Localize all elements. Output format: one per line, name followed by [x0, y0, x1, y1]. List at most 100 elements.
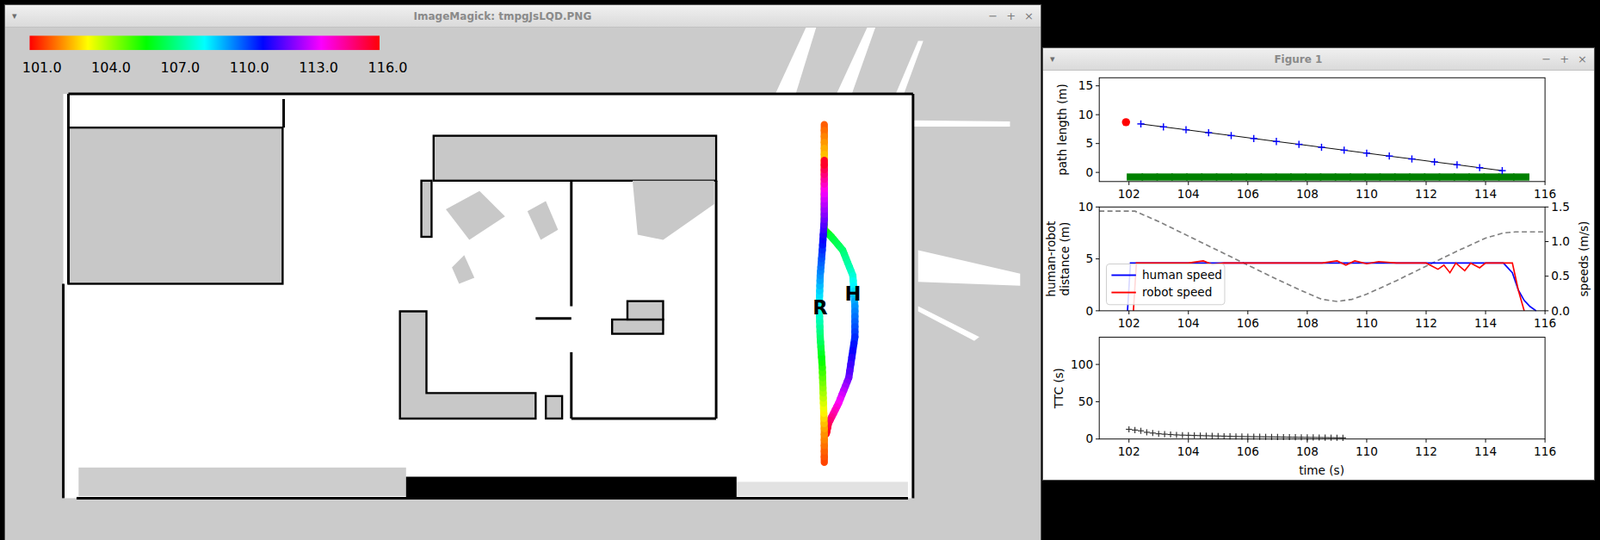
window-control-button[interactable]: +: [1559, 52, 1570, 66]
coverage-marker: [1423, 172, 1440, 180]
window-control-button[interactable]: −: [1541, 52, 1551, 66]
coverage-marker: [1126, 172, 1143, 180]
path-length-marker: [1363, 149, 1371, 157]
x-tick: [1544, 310, 1546, 315]
human-path: [824, 124, 856, 434]
ttc-marker: [1191, 432, 1198, 439]
coverage-marker: [1349, 172, 1366, 180]
ttc-marker: [1179, 432, 1186, 439]
x-tick: [1425, 438, 1427, 443]
x-tick-label: 110: [1355, 186, 1378, 201]
x-tick-label: 110: [1355, 315, 1378, 330]
ttc-marker: [1137, 427, 1144, 434]
ttc-marker: [1315, 433, 1323, 440]
laser-ray: [918, 306, 980, 341]
x-tick-label: 108: [1296, 444, 1319, 458]
y-tick: [1095, 401, 1100, 402]
coverage-marker: [1334, 172, 1352, 180]
coverage-marker: [1156, 172, 1174, 180]
y-tick-label: 5: [1085, 251, 1094, 266]
path-length-marker: [1431, 158, 1439, 166]
wall: [61, 284, 65, 499]
ttc-marker: [1215, 432, 1222, 439]
window-title: ImageMagick: tmpgJsLQD.PNG: [24, 10, 983, 23]
unknown-strip: [736, 481, 909, 496]
y-tick-label: 5: [1085, 135, 1094, 150]
window-control-button[interactable]: −: [988, 9, 998, 23]
unknown-area: [5, 27, 1041, 540]
y-tick: [1095, 364, 1100, 365]
ttc-marker: [1209, 432, 1216, 439]
laser-ray: [913, 120, 1011, 127]
y2-tick-label: 1.5: [1550, 199, 1570, 214]
ttc-marker: [1334, 434, 1341, 441]
y-tick: [1095, 85, 1100, 87]
obstacle: [627, 301, 663, 320]
y-tick-label: 15: [1078, 78, 1094, 93]
title-bar[interactable]: ▾ Figure 1 −+ ×: [1043, 48, 1594, 71]
x-axis-label: time (s): [1298, 463, 1345, 477]
map-image: 101.0104.0107.0110.0113.0116.0HR: [5, 27, 1041, 540]
ttc-marker: [1167, 431, 1174, 438]
figure-window[interactable]: ▾ Figure 1 −+× 051015path length (m)0510…: [1043, 48, 1594, 480]
x-tick: [1187, 438, 1189, 443]
legend-label: human speed: [1142, 267, 1223, 282]
legend-swatch: [1111, 274, 1136, 277]
x-tick-label: 112: [1414, 186, 1438, 201]
speed-axes: [1099, 206, 1545, 311]
path-length-marker: [1182, 126, 1190, 134]
x-tick: [1128, 438, 1130, 443]
x-tick: [1425, 181, 1427, 186]
window-controls: −+ ×: [1541, 52, 1588, 66]
colorbar-tick: 104.0: [91, 59, 131, 76]
x-tick: [1247, 310, 1248, 315]
image-window[interactable]: ▾ ImageMagick: tmpgJsLQD.PNG −+ × 101.010…: [5, 5, 1041, 540]
x-tick: [1187, 310, 1189, 315]
y-tick-label: 100: [1070, 357, 1094, 371]
x-tick: [1247, 181, 1248, 186]
ttc-marker: [1173, 431, 1180, 438]
x-tick-label: 102: [1118, 444, 1141, 458]
x-tick: [1365, 438, 1367, 443]
window-control-button[interactable]: +: [1006, 9, 1016, 23]
window-control-button[interactable]: ×: [1577, 52, 1588, 66]
coverage-marker: [1260, 172, 1278, 180]
coverage-marker: [1453, 172, 1471, 180]
path-length-marker: [1250, 135, 1258, 143]
path-length-marker: [1453, 160, 1461, 168]
x-tick: [1425, 310, 1427, 315]
path-length-marker: [1317, 143, 1325, 151]
window-title: Figure 1: [1062, 53, 1536, 66]
coverage-marker: [1394, 172, 1411, 180]
y-axis-label: TTC (s): [1050, 367, 1065, 409]
legend-box: [1105, 264, 1224, 305]
unknown-strip: [78, 467, 406, 496]
title-bar[interactable]: ▾ ImageMagick: tmpgJsLQD.PNG −+ ×: [5, 5, 1041, 28]
x-tick-label: 106: [1236, 186, 1260, 201]
x-tick-label: 108: [1296, 186, 1319, 201]
obstacle: [433, 135, 717, 181]
coverage-marker: [1468, 172, 1485, 180]
window-menu-button[interactable]: ▾: [1050, 53, 1056, 65]
window-menu-button[interactable]: ▾: [12, 10, 18, 22]
path-length-marker: [1160, 123, 1168, 130]
x-tick-label: 106: [1236, 444, 1260, 458]
wall: [571, 416, 717, 420]
ttc-marker: [1125, 426, 1132, 433]
colorbar-tick: 116.0: [368, 59, 408, 76]
x-tick-label: 114: [1474, 315, 1497, 330]
path-length-marker: [1498, 166, 1506, 174]
coverage-marker: [1320, 172, 1337, 180]
coverage-marker: [1216, 172, 1233, 180]
y-tick: [1095, 206, 1100, 208]
y-tick-label: 0: [1085, 303, 1094, 318]
window-control-button[interactable]: ×: [1024, 9, 1034, 23]
x-tick: [1306, 310, 1308, 315]
coverage-marker: [1245, 172, 1262, 180]
x-tick: [1306, 438, 1308, 443]
x-tick-label: 102: [1118, 315, 1141, 330]
y2-tick: [1544, 275, 1549, 277]
path-segment: [821, 160, 828, 166]
y-tick: [1095, 142, 1100, 144]
furniture: [632, 180, 715, 241]
